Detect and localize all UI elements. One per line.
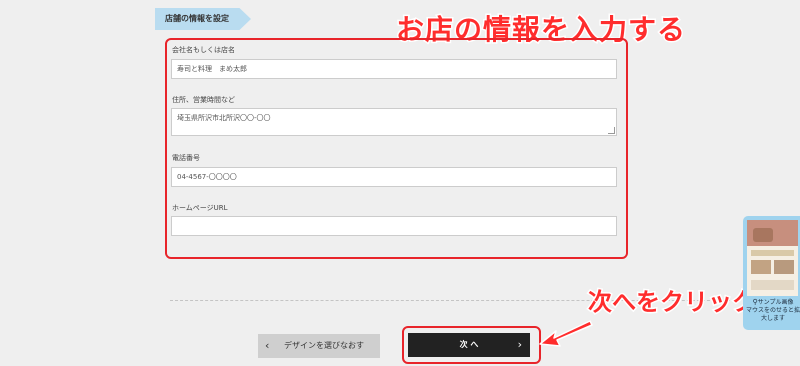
address-textarea[interactable]: 埼玉県所沢市北所沢〇〇-〇〇 [171,108,617,136]
resize-handle-icon[interactable] [608,127,615,134]
address-label: 住所、営業時間など [172,96,235,104]
sample-caption: ⚲サンプル画像 マウスをのせると拡 大します [746,298,800,323]
sample-thumbnail[interactable] [747,220,798,296]
annotation-click-hint: 次へをクリック [587,287,758,318]
chevron-right-icon: › [517,338,522,351]
sample-image-widget[interactable]: ⚲サンプル画像 マウスをのせると拡 大します [743,216,800,330]
sample-line3: 大します [760,315,785,322]
pointer-arrow-icon [539,320,593,347]
section-tag: 店舗の情報を設定 [155,8,251,30]
company-field[interactable]: 寿司と料理 まめ太郎 [171,59,617,79]
company-label: 会社名もしくは店名 [172,46,235,54]
sample-line1: サンプル画像 [757,299,794,306]
phone-field[interactable]: 04-4567-〇〇〇〇 [171,167,617,187]
next-button[interactable]: 次 へ › [408,333,530,357]
back-button[interactable]: ‹ デザインを選びなおす [258,334,380,358]
homepage-label: ホームページURL [172,204,228,212]
sample-line2: マウスをのせると拡 [746,307,800,314]
homepage-field[interactable] [171,216,617,236]
next-button-label: 次 へ [459,340,479,349]
back-button-label: デザインを選びなおす [284,341,364,350]
phone-label: 電話番号 [172,154,200,162]
address-value: 埼玉県所沢市北所沢〇〇-〇〇 [177,114,271,122]
chevron-left-icon: ‹ [265,339,270,352]
